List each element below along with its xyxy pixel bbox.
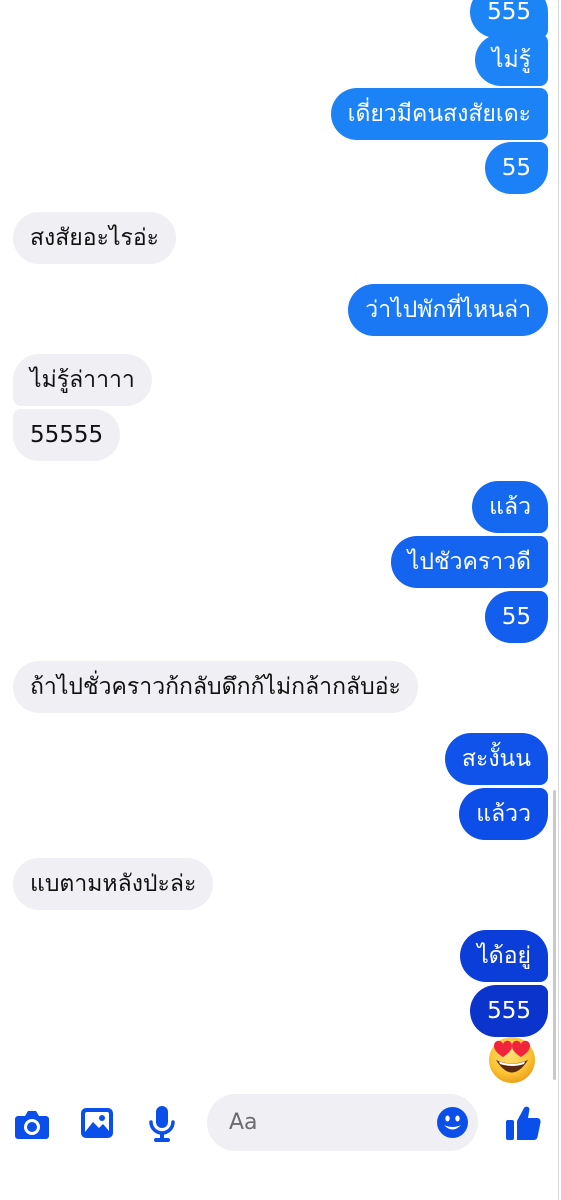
message-bubble-outgoing[interactable]: เดี่ยวมีคนสงสัยเดะ xyxy=(330,88,548,140)
message-bubble-outgoing[interactable]: 55 xyxy=(484,591,548,643)
message-thread[interactable]: 555 ไม่รู้ เดี่ยวมีคนสงสัยเดะ 55 สงสัยอะ… xyxy=(0,0,561,1085)
message-bubble-outgoing[interactable]: ได้อยู่ xyxy=(460,930,548,982)
microphone-icon[interactable] xyxy=(148,1105,176,1143)
message-bubble-outgoing[interactable]: 55 xyxy=(484,142,548,194)
message-bubble-outgoing[interactable]: ว่าไปพักที่ไหนล่า xyxy=(348,284,548,336)
emoji-icon[interactable] xyxy=(436,1106,469,1139)
thumbs-up-icon[interactable] xyxy=(504,1104,542,1142)
message-bubble-outgoing[interactable]: ไม่รู้ xyxy=(474,34,548,86)
message-bubble-outgoing[interactable]: แล้วว xyxy=(459,788,548,840)
message-bubble-incoming[interactable]: สงสัยอะไรอ่ะ xyxy=(13,212,177,264)
gallery-icon[interactable] xyxy=(80,1107,114,1139)
message-bubble-incoming[interactable]: ถ้าไปชั่วคราวก้กลับดึกก้ไม่กล้ากลับอ่ะ xyxy=(13,661,418,713)
message-bubble-outgoing[interactable]: 555 xyxy=(470,985,548,1037)
message-bubble-outgoing[interactable]: 555 xyxy=(470,0,548,38)
heart-eyes-emoji-icon xyxy=(489,1037,535,1083)
message-input-placeholder: Aa xyxy=(229,1110,258,1135)
message-bubble-outgoing[interactable]: ไปชัวคราวดี xyxy=(390,536,548,588)
scrollbar[interactable] xyxy=(553,790,556,1080)
message-bubble-incoming[interactable]: 55555 xyxy=(13,409,121,461)
message-bubble-incoming[interactable]: แบตามหลังป่ะล่ะ xyxy=(13,858,214,910)
message-input[interactable]: Aa xyxy=(207,1094,478,1151)
message-bubble-outgoing[interactable]: สะงั้นน xyxy=(444,733,548,785)
camera-icon[interactable] xyxy=(14,1107,50,1141)
message-bubble-incoming[interactable]: ไม่รู้ล่าาาา xyxy=(13,354,152,406)
message-bubble-outgoing[interactable]: แล้ว xyxy=(472,481,548,533)
